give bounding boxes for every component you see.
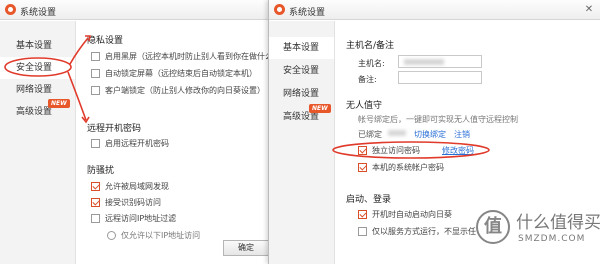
blackscreen-checkbox[interactable]	[91, 52, 100, 61]
left-sidebar-item-label: 基本设置	[16, 41, 53, 51]
watermark-text: 什么值得买	[516, 213, 600, 233]
autostart-checkbox[interactable]	[358, 210, 367, 219]
smzdm-watermark: 值 什么值得买 SMZDM.COM	[476, 206, 600, 256]
client-lock-label: 客户端锁定（防止别人修改你的向日葵设置）	[105, 86, 265, 95]
confirm-button[interactable]: 确定	[223, 240, 269, 256]
autolock-label: 自动锁定屏幕（远控结束后自动锁定本机）	[105, 69, 257, 78]
independent-password-checkbox[interactable]	[358, 146, 367, 155]
left-sidebar-item-network[interactable]: 网络设置	[0, 79, 75, 101]
right-sidebar-item-advanced[interactable]: 高级设置 NEW	[269, 104, 334, 128]
system-password-checkbox[interactable]	[358, 163, 367, 172]
sunlogin-app-icon	[274, 4, 285, 15]
smzdm-logo-icon: 值	[476, 210, 510, 244]
remote-power-label: 启用远程开机密码	[105, 139, 169, 148]
service-mode-checkbox[interactable]	[358, 227, 367, 236]
watermark-subtext: SMZDM.COM	[518, 234, 586, 244]
redacted-account	[388, 130, 406, 136]
left-window-title: 系统设置	[20, 8, 57, 18]
anti-harass-section-title: 防骚扰	[87, 166, 115, 176]
left-sidebar-item-security[interactable]: 安全设置	[0, 57, 75, 79]
right-sidebar-item-label: 基本设置	[283, 43, 320, 53]
new-badge: NEW	[309, 104, 331, 113]
sunlogin-app-icon	[5, 4, 16, 15]
right-sidebar-item-label: 安全设置	[283, 66, 320, 76]
left-sidebar-item-basic[interactable]: 基本设置	[0, 35, 75, 57]
blackscreen-label: 启用黑屏（远控本机时防止别人看到你在做什么	[105, 52, 272, 61]
system-password-label: 本机的系统帐户密码	[372, 163, 444, 172]
redacted-hostname	[404, 59, 444, 65]
hostname-input[interactable]	[398, 55, 482, 68]
independent-password-label: 独立访问密码	[372, 146, 420, 155]
host-section-title: 主机名/备注	[346, 41, 395, 51]
right-sidebar: 基本设置 安全设置 网络设置 高级设置 NEW	[269, 21, 335, 264]
id-access-checkbox[interactable]	[91, 198, 100, 207]
left-content: 隐私设置 启用黑屏（远控本机时防止别人看到你在做什么 自动锁定屏幕（远控结束后自…	[77, 21, 271, 264]
right-sidebar-item-network[interactable]: 网络设置	[269, 83, 334, 105]
id-access-label: 接受识别码访问	[105, 198, 161, 207]
left-sidebar-item-label: 安全设置	[16, 63, 53, 73]
left-sidebar: 基本设置 安全设置 网络设置 高级设置 NEW	[0, 21, 76, 264]
remote-power-checkbox[interactable]	[91, 139, 100, 148]
left-sidebar-item-label: 网络设置	[16, 85, 53, 95]
client-lock-checkbox[interactable]	[91, 86, 100, 95]
lan-discovery-label: 允许被局域网发现	[105, 182, 169, 191]
left-sidebar-item-advanced[interactable]: 高级设置 NEW	[0, 99, 75, 123]
right-title-bar[interactable]: 系统设置 ✕	[269, 0, 600, 20]
lan-discovery-checkbox[interactable]	[91, 182, 100, 191]
right-sidebar-item-security[interactable]: 安全设置	[269, 60, 334, 82]
hostname-label: 主机名:	[358, 59, 385, 68]
remote-power-section-title: 远程开机密码	[87, 124, 142, 134]
note-input[interactable]	[398, 71, 482, 84]
right-sidebar-item-label: 网络设置	[283, 89, 320, 99]
left-settings-window: 系统设置 基本设置 安全设置 网络设置 高级设置 NEW 隐私设置 启用黑屏（远…	[0, 0, 272, 264]
logout-link[interactable]: 注销	[454, 129, 470, 140]
autolock-checkbox[interactable]	[91, 69, 100, 78]
note-label: 备注:	[358, 75, 377, 84]
privacy-section-title: 隐私设置	[87, 36, 124, 46]
right-window-title: 系统设置	[289, 8, 326, 18]
change-password-link[interactable]: 修改密码	[442, 145, 474, 156]
right-sidebar-item-label: 高级设置	[283, 112, 320, 122]
new-badge: NEW	[48, 99, 70, 108]
close-icon[interactable]: ✕	[582, 3, 596, 16]
blackscreen-option[interactable]: 启用黑屏（远控本机时防止别人看到你在做什么	[91, 51, 272, 63]
ip-filter-label: 远程访问IP地址过滤	[105, 214, 177, 223]
ip-filter-checkbox[interactable]	[91, 214, 100, 223]
startup-section-title: 启动、登录	[346, 195, 392, 205]
right-sidebar-item-basic[interactable]: 基本设置	[269, 37, 334, 59]
unattended-desc: 帐号绑定后，一键即可实现无人值守远程控制	[358, 115, 518, 124]
service-mode-label: 仅以服务方式运行，不显示任	[372, 227, 476, 236]
ip-whitelist-radio[interactable]	[107, 231, 116, 240]
switch-binding-link[interactable]: 切换绑定	[414, 129, 446, 140]
left-title-bar[interactable]: 系统设置	[0, 0, 271, 20]
autostart-label: 开机时自动启动向日葵	[372, 210, 452, 219]
left-sidebar-item-label: 高级设置	[16, 107, 53, 117]
bound-account-label: 已绑定	[358, 130, 382, 139]
unattended-section-title: 无人值守	[346, 101, 383, 111]
ip-whitelist-label: 仅允许以下IP地址访问	[121, 231, 201, 240]
